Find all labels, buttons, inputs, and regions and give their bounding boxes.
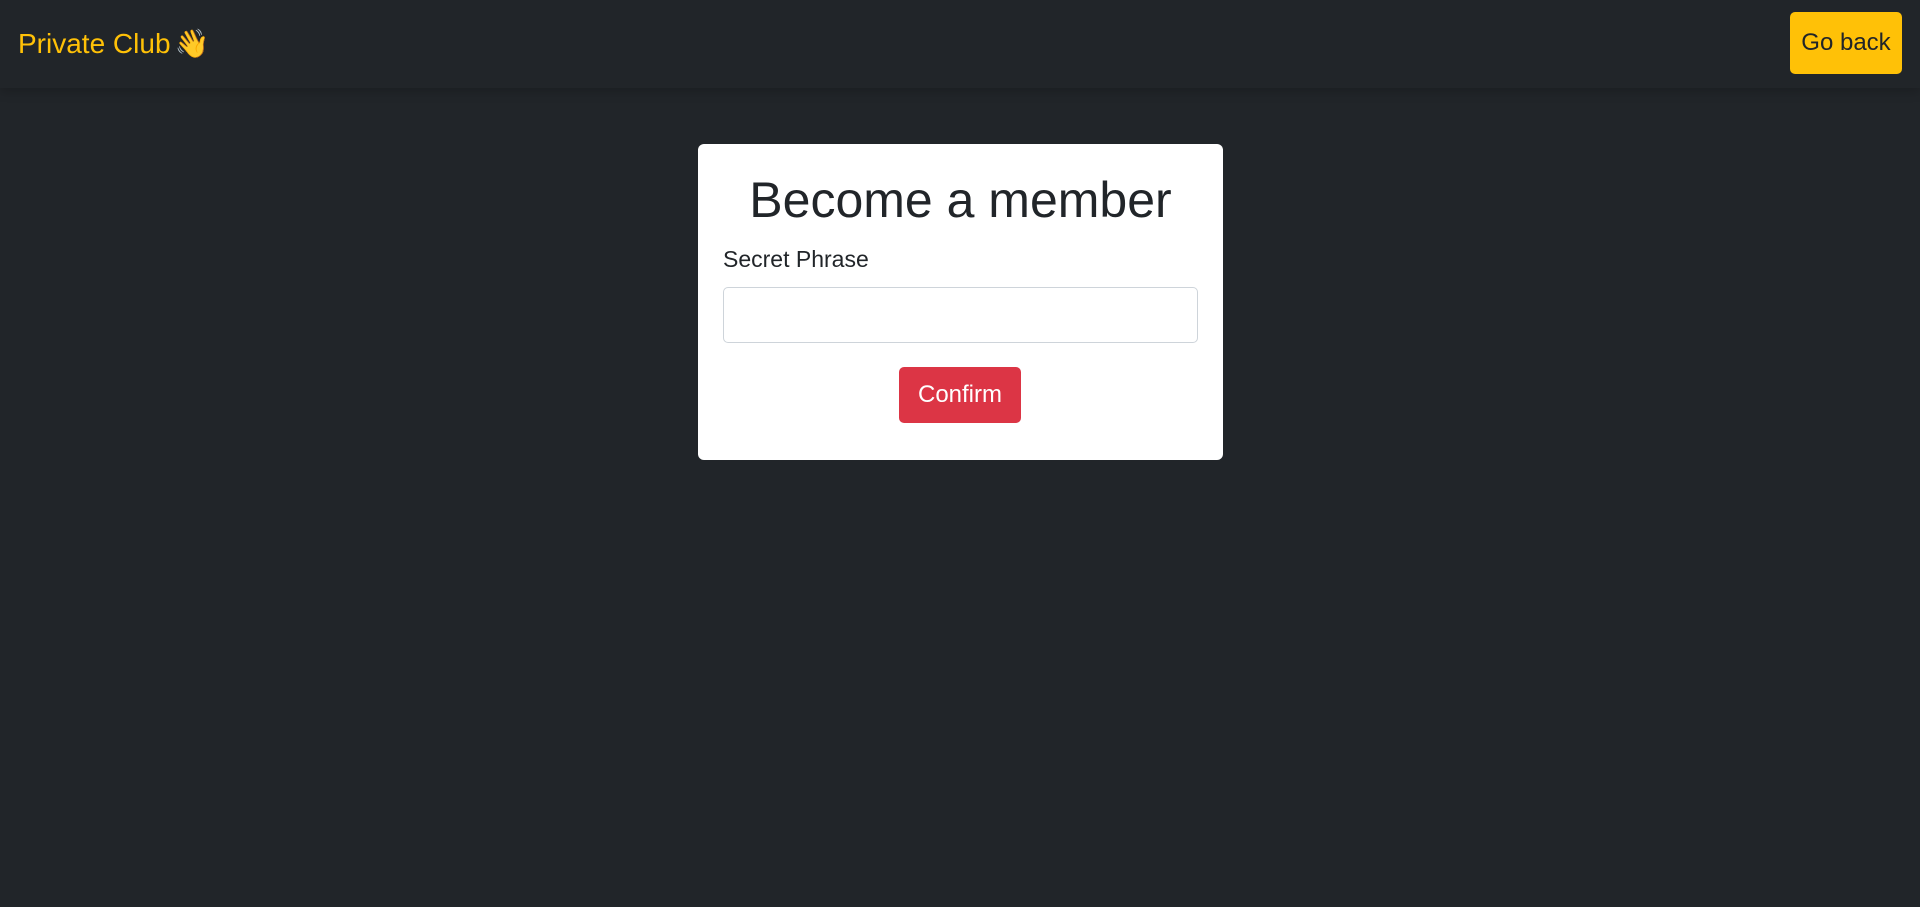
secret-phrase-label: Secret Phrase — [723, 246, 869, 272]
brand-label: Private Club — [18, 28, 171, 59]
confirm-button[interactable]: Confirm — [899, 367, 1021, 423]
membership-card: Become a member Secret Phrase Confirm — [698, 144, 1223, 460]
waving-hand-icon: 👋 — [174, 28, 210, 59]
brand-link[interactable]: Private Club 👋 — [18, 26, 209, 62]
secret-phrase-input[interactable] — [723, 287, 1198, 343]
top-navbar: Private Club 👋 Go back — [0, 0, 1920, 88]
page-title: Become a member — [749, 172, 1172, 228]
go-back-button[interactable]: Go back — [1790, 12, 1902, 74]
